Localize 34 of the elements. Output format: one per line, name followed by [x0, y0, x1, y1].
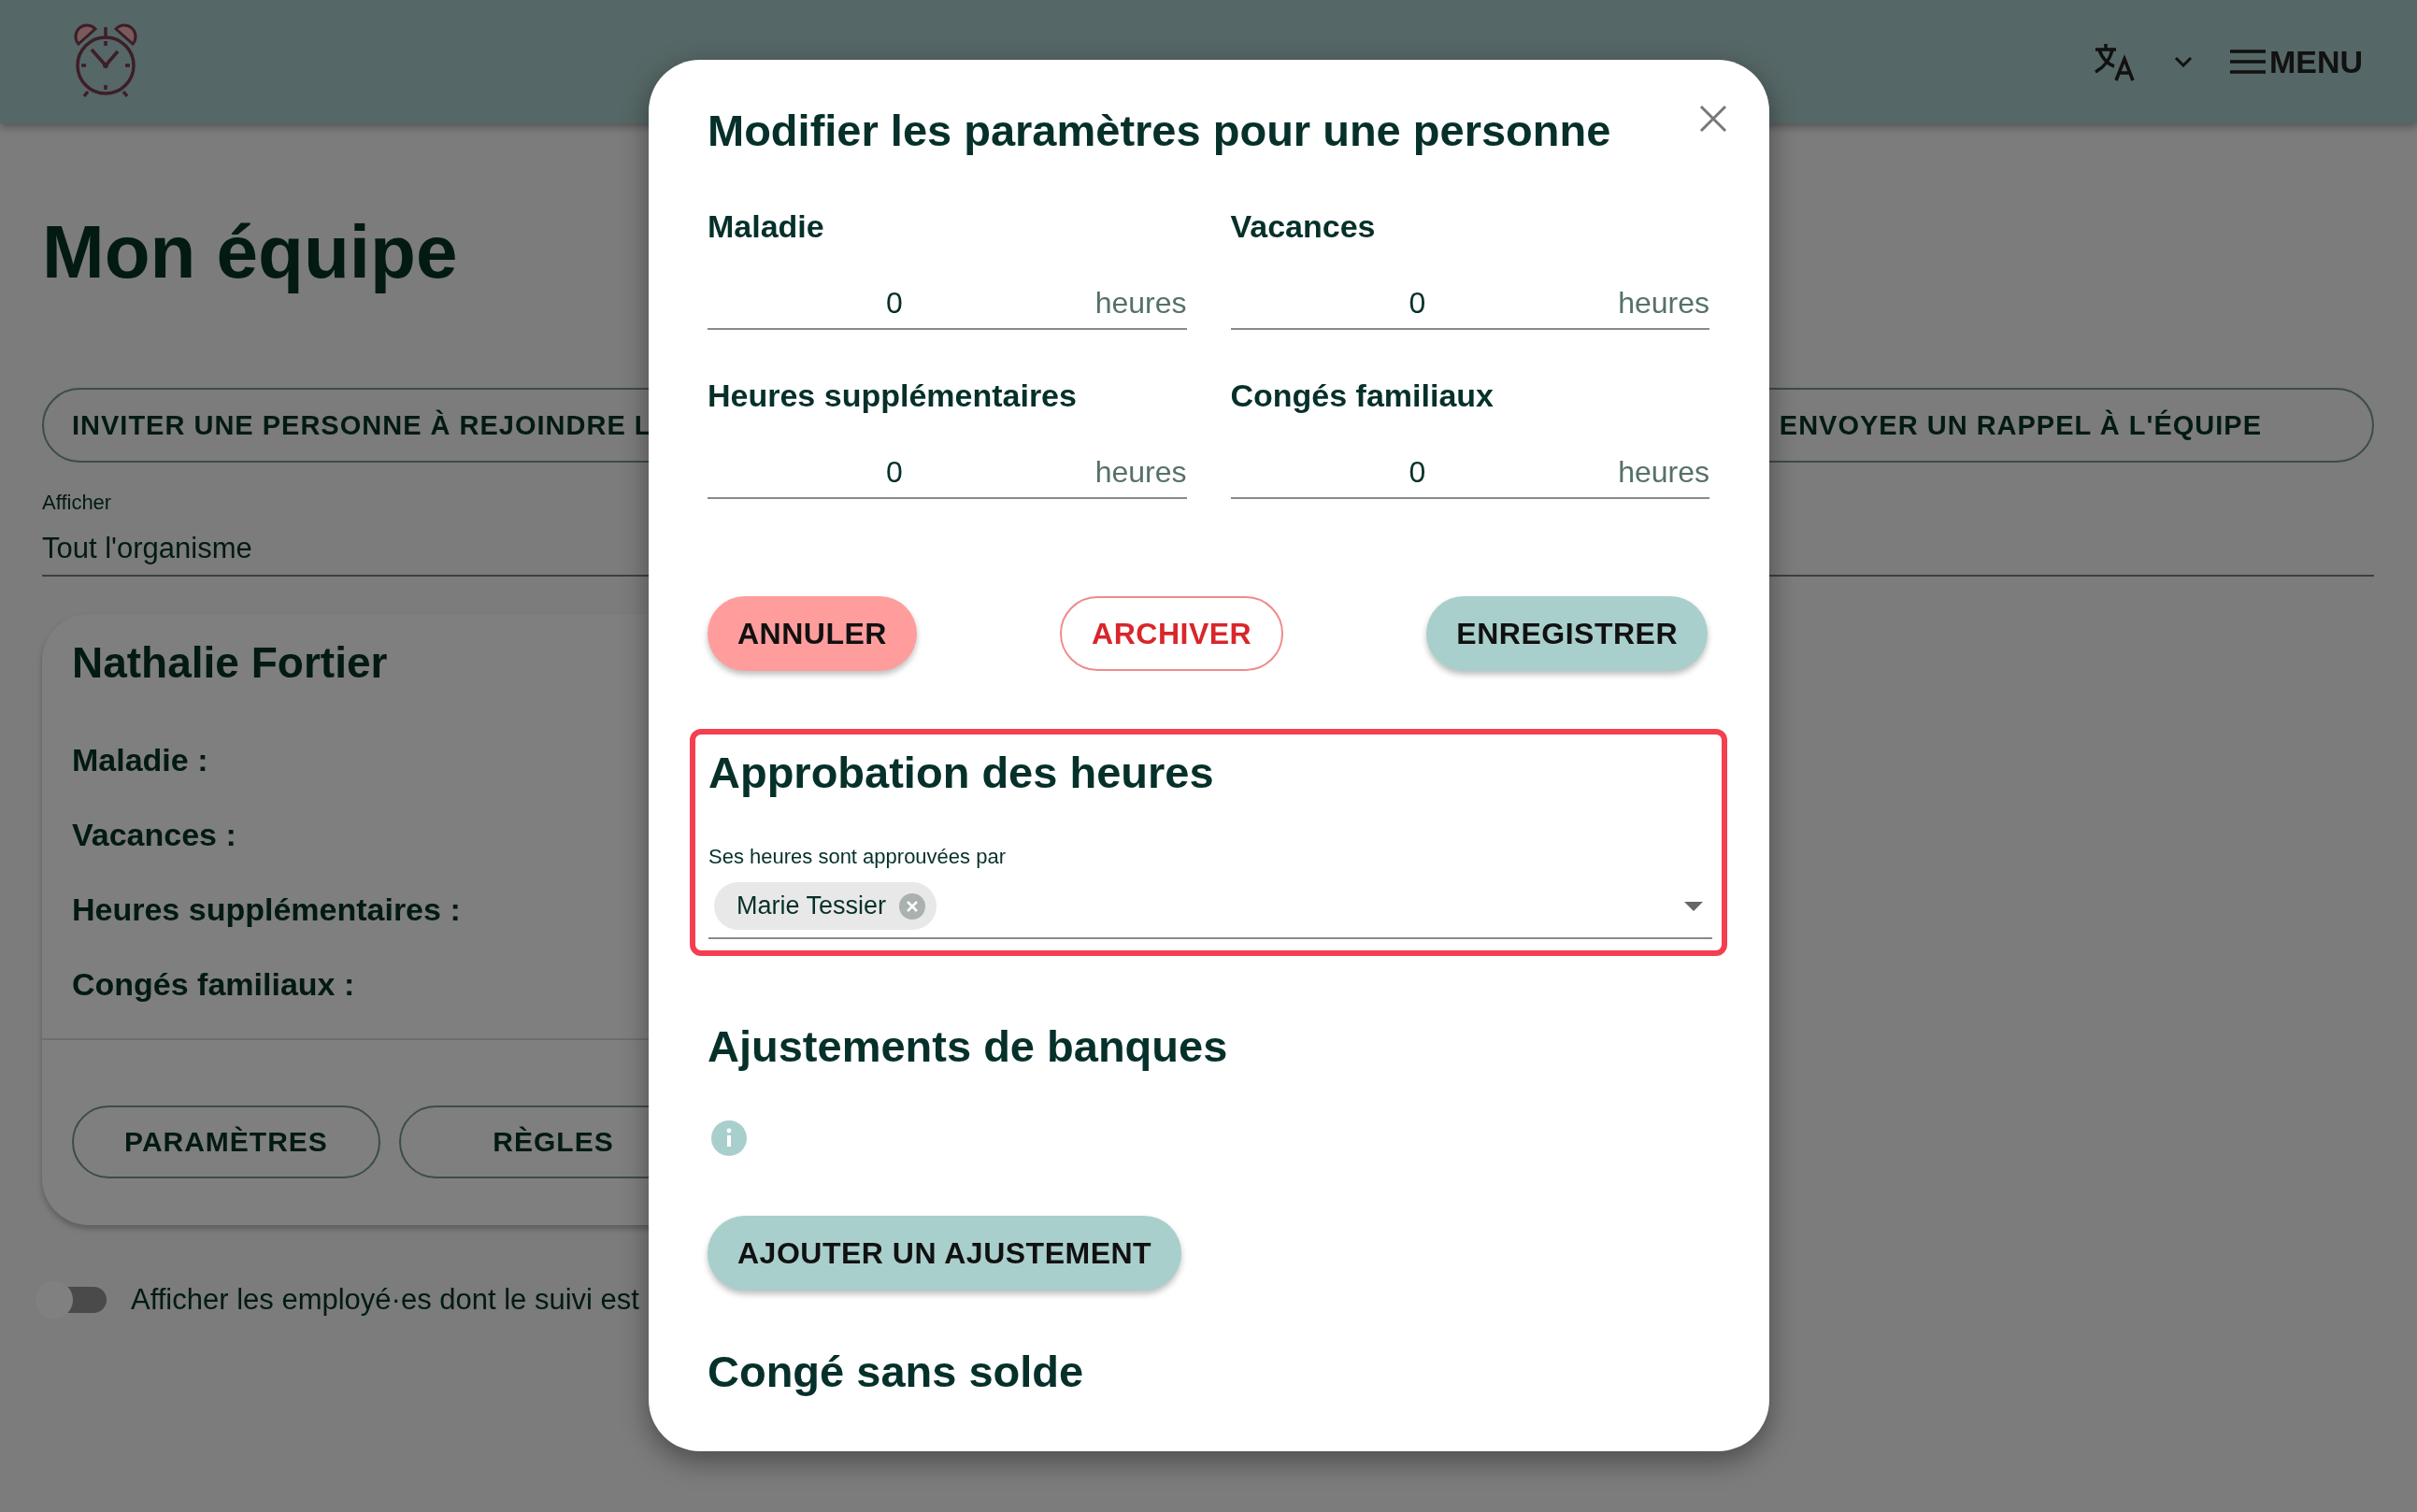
section-heading: Approbation des heures	[708, 747, 1215, 799]
bank-label: Heures supplémentaires :	[72, 891, 461, 928]
translate-icon[interactable]	[2093, 42, 2137, 81]
dialog-button[interactable]: ARCHIVER	[1060, 596, 1284, 671]
caret-icon[interactable]	[1684, 901, 1703, 911]
remove-icon[interactable]	[899, 892, 926, 920]
card-button[interactable]: PARAMÈTRES	[72, 1105, 380, 1178]
dialog-title: Modifier les paramètres pour une personne	[708, 105, 1611, 157]
hours-input[interactable]: 0 heures	[1230, 455, 1709, 499]
bank-label: Vacances :	[72, 816, 236, 853]
bank-label: Congés familiaux :	[72, 965, 355, 1003]
dialog-button[interactable]: ENREGISTRER	[1426, 596, 1708, 671]
hours-input[interactable]: 0 heures	[1230, 286, 1709, 330]
alarm-clock-icon[interactable]	[73, 23, 138, 100]
toggle-label: Afficher les employé·es dont le suivi est	[131, 1283, 639, 1317]
person-name: Nathalie Fortier	[72, 637, 389, 689]
field-label: Vacances	[1230, 207, 1377, 245]
hours-input[interactable]: 0 heures	[708, 286, 1187, 330]
approver-label: Ses heures sont approuvées par	[708, 845, 1007, 869]
person-chip: Marie Tessier	[714, 882, 937, 930]
menu-icon	[2229, 50, 2266, 74]
filter-label: Afficher	[42, 491, 113, 515]
filter-value: Tout l'organisme	[42, 532, 253, 565]
approver-select[interactable]: Marie Tessier	[708, 877, 1712, 939]
add-adjustment-button[interactable]: AJOUTER UN AJUSTEMENT	[708, 1216, 1182, 1291]
bank-label: Maladie :	[72, 741, 208, 778]
hours-input[interactable]: 0 heures	[708, 455, 1187, 499]
section-heading: Ajustements de banques	[708, 1020, 1229, 1073]
page-title: Mon équipe	[42, 209, 458, 295]
chevron-down-icon[interactable]	[2173, 56, 2193, 67]
section-heading: Congé sans solde	[708, 1346, 1085, 1398]
close-icon[interactable]	[1699, 105, 1727, 133]
dialog-button[interactable]: ANNULER	[708, 596, 917, 671]
field-label: Maladie	[708, 207, 825, 245]
